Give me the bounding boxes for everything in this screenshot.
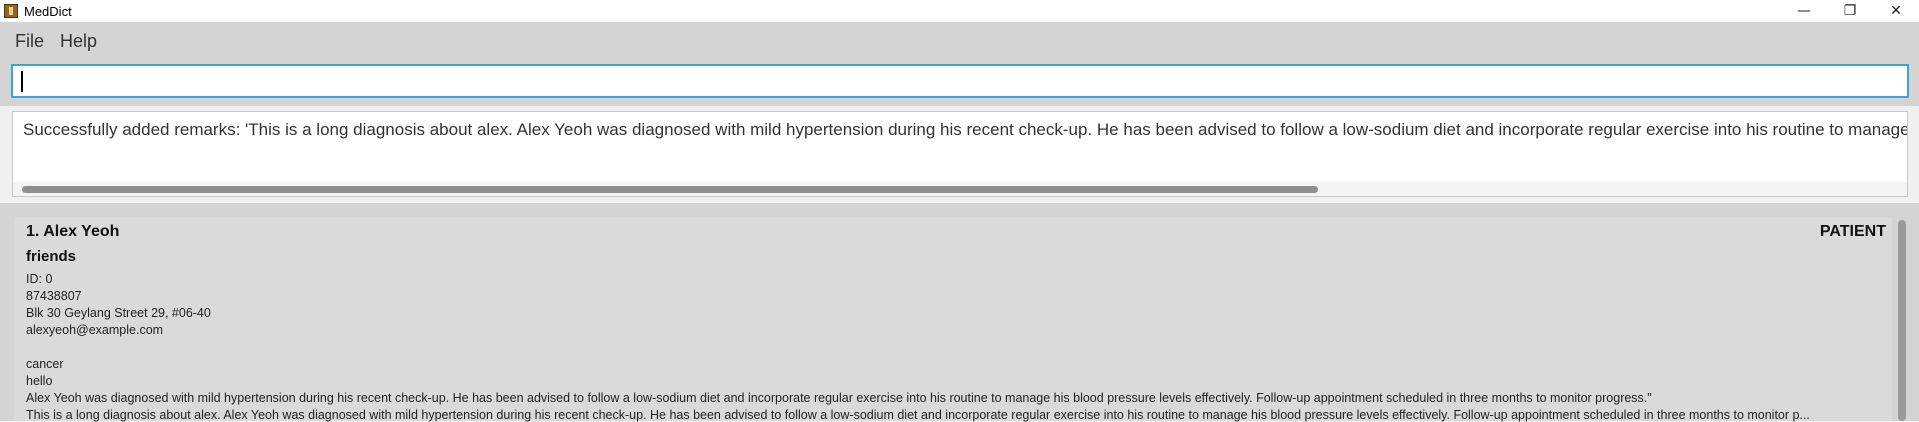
- patient-remark: cancer: [26, 357, 64, 371]
- patient-list-panel: 1. Alex Yeoh PATIENT friends ID: 0 87438…: [0, 203, 1919, 422]
- text-caret: [21, 71, 23, 92]
- minimize-button[interactable]: —: [1781, 0, 1827, 22]
- patient-id: ID: 0: [26, 272, 53, 286]
- app-icon: [4, 4, 18, 18]
- patient-email: alexyeoh@example.com: [26, 323, 164, 337]
- patient-card[interactable]: 1. Alex Yeoh PATIENT friends ID: 0 87438…: [14, 217, 1892, 422]
- menu-bar: File Help: [0, 22, 1919, 60]
- window-controls: — ❐ ✕: [1781, 0, 1919, 22]
- patient-remark: This is a long diagnosis about alex. Ale…: [26, 408, 1810, 422]
- title-bar: MedDict — ❐ ✕: [0, 0, 1919, 22]
- result-message: Successfully added remarks: 'This is a l…: [23, 120, 1908, 139]
- close-button[interactable]: ✕: [1873, 0, 1919, 22]
- menu-file[interactable]: File: [7, 31, 52, 52]
- patient-phone: 87438807: [26, 289, 82, 303]
- patient-remark: hello: [26, 374, 53, 388]
- horizontal-scroll-thumb[interactable]: [22, 186, 1318, 193]
- patient-tag: friends: [26, 248, 77, 265]
- command-box-panel: [0, 60, 1919, 106]
- result-display[interactable]: Successfully added remarks: 'This is a l…: [12, 111, 1908, 197]
- vertical-scrollbar[interactable]: [1898, 220, 1906, 421]
- patient-role-badge: PATIENT: [1819, 223, 1886, 240]
- menu-help[interactable]: Help: [52, 31, 105, 52]
- patient-name: 1. Alex Yeoh: [26, 223, 120, 240]
- window-title: MedDict: [24, 3, 72, 19]
- patient-address: Blk 30 Geylang Street 29, #06-40: [26, 306, 211, 320]
- horizontal-scrollbar[interactable]: [13, 182, 1907, 196]
- command-input[interactable]: [11, 64, 1909, 98]
- restore-button[interactable]: ❐: [1827, 0, 1873, 22]
- patient-remark: Alex Yeoh was diagnosed with mild hypert…: [26, 391, 1652, 405]
